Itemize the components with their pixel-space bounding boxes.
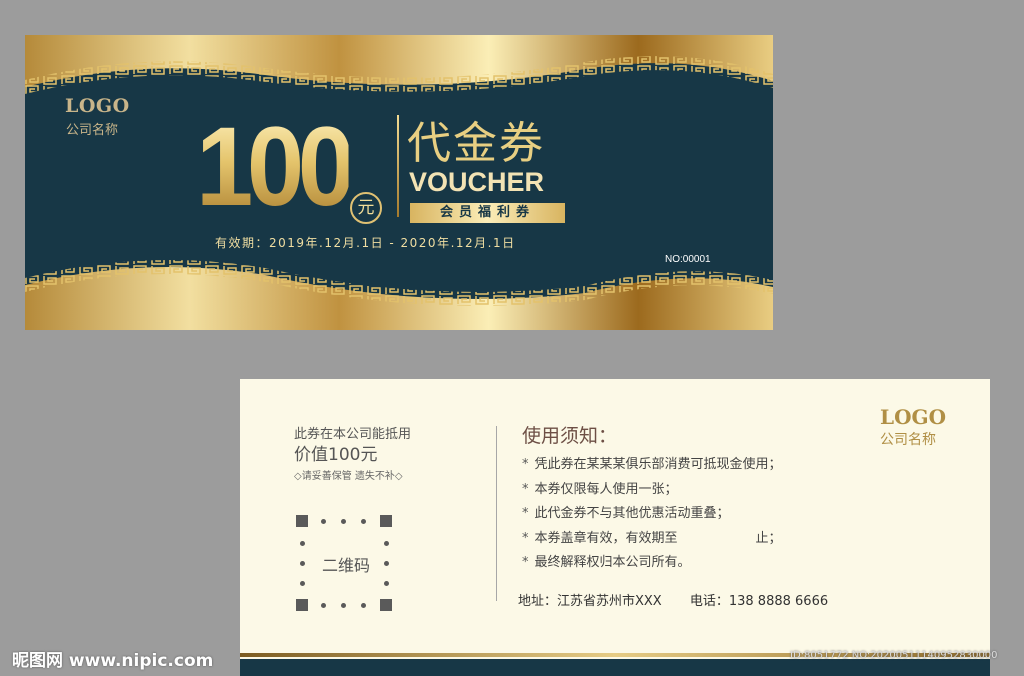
navy-wave-band [25,56,773,306]
navy-stripe [240,659,990,676]
title-divider [397,115,399,217]
keep-safe-note: ◇请妥善保管 遗失不补◇ [294,471,403,482]
watermark-id: ID:8051772 NO:20200511140952830000 [790,650,998,661]
asterisk-icon: * [522,506,529,521]
front-company-name: 公司名称 [66,123,119,138]
watermark-site: 昵图网 www.nipic.com [12,651,214,671]
back-logo: LOGO [880,405,946,429]
validity-period: 有效期：2019年.12月.1日 - 2020年.12月.1日 [215,236,516,250]
contact-info: 地址：江苏省苏州市XXX 电话：138 8888 6666 [518,590,852,609]
voucher-amount: 100 [196,104,355,229]
voucher-back: 此券在本公司能抵用 价值100元 ◇请妥善保管 遗失不补◇ 二维码 使用须知： … [240,379,990,676]
voucher-title-en: VOUCHER [409,167,545,197]
rule-item: * 本券盖章有效，有效期至 止； [522,530,782,546]
value-line: 价值100元 [294,445,378,465]
back-company-name: 公司名称 [880,432,936,448]
asterisk-icon: * [522,555,529,570]
rule-item: * 凭此券在某某某俱乐部消费可抵现金使用； [522,457,782,472]
rules-title: 使用须知： [522,425,618,447]
asterisk-icon: * [522,481,529,497]
back-divider [496,426,497,601]
front-logo: LOGO [65,95,130,117]
currency-badge: 元 [350,192,382,224]
member-benefit-label: 会员福利券 [410,203,565,223]
rule-item: * 最终解释权归本公司所有。 [522,555,691,570]
voucher-front: LOGO 公司名称 100 元 代金券 VOUCHER 会员福利券 有效期：20… [25,35,773,330]
asterisk-icon: * [522,457,529,472]
phone-text: 电话：138 8888 6666 [689,594,829,609]
qr-code-label: 二维码 [321,556,370,575]
voucher-title-cn: 代金券 [407,118,545,169]
address-text: 地址：江苏省苏州市XXX [518,594,662,609]
qr-code-icon: 二维码 [296,515,392,611]
serial-number: NO:00001 [665,254,711,265]
asterisk-icon: * [522,530,529,546]
rules-list: * 凭此券在某某某俱乐部消费可抵现金使用； * 本券仅限每人使用一张； * 此代金券不… [522,453,782,576]
rule-item: * 此代金券不与其他优惠活动重叠； [522,506,730,521]
rule-item: * 本券仅限每人使用一张； [522,481,678,497]
